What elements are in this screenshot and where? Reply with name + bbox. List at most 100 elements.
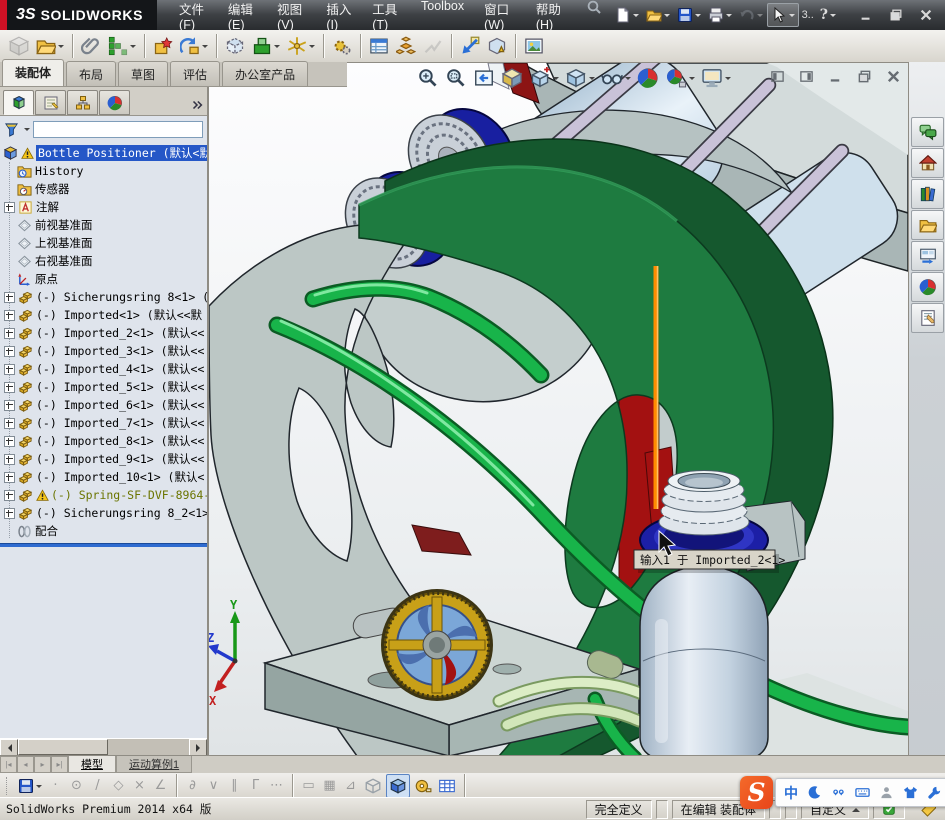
point-snap-icon[interactable]: ·	[46, 778, 65, 793]
tree-item-component[interactable]: (-) Imported_7<1> (默认<<	[3, 414, 207, 432]
shaded-cube-icon[interactable]	[386, 773, 410, 798]
expand-icon[interactable]	[4, 345, 15, 357]
expand-icon[interactable]	[4, 507, 15, 519]
smart-fasteners-icon[interactable]	[150, 33, 176, 60]
wireframe-cube-icon[interactable]	[362, 775, 384, 797]
tab-layout[interactable]: 布局	[66, 61, 117, 86]
zoom-to-area-icon[interactable]	[443, 66, 469, 90]
last-tab-icon[interactable]: ▸|	[51, 756, 68, 773]
tree-item-component[interactable]: (-) Imported_5<1> (默认<<	[3, 378, 207, 396]
expand-icon[interactable]	[4, 489, 15, 501]
center-snap-icon[interactable]: ⊙	[67, 778, 86, 793]
tree-item-component[interactable]: (-) Imported_3<1> (默认<<	[3, 342, 207, 360]
scroll-right-icon[interactable]	[189, 739, 207, 756]
soft-keyboard-icon[interactable]	[855, 785, 870, 800]
show-hidden-components-icon[interactable]	[222, 33, 248, 60]
linear-component-pattern-icon[interactable]	[105, 33, 139, 60]
expand-icon[interactable]	[4, 381, 15, 393]
minimize-document-icon[interactable]	[826, 69, 844, 84]
grid-snap-icon[interactable]: ▦	[320, 778, 339, 793]
new-motion-study-icon[interactable]	[329, 33, 355, 60]
mate-icon[interactable]	[78, 33, 104, 60]
appearances-icon[interactable]	[911, 272, 944, 302]
exploded-view-icon[interactable]	[393, 33, 419, 60]
new-document-button[interactable]	[612, 4, 642, 26]
perpendicular-snap-icon[interactable]: Γ	[246, 778, 265, 793]
close-document-icon[interactable]	[884, 69, 902, 84]
angle-snap-icon[interactable]: ∠	[151, 778, 170, 793]
length-snap-icon[interactable]: ▭	[299, 778, 318, 793]
expand-icon[interactable]	[4, 435, 15, 447]
panel-overflow-icon[interactable]	[190, 98, 204, 112]
help-button[interactable]: ?	[817, 4, 839, 26]
expand-icon[interactable]	[4, 471, 15, 483]
next-tab-icon[interactable]: ▸	[34, 756, 51, 773]
expand-icon[interactable]	[4, 327, 15, 339]
angle-icon[interactable]: ⊿	[341, 778, 360, 793]
tree-item-front-plane[interactable]: 前视基准面	[3, 216, 207, 234]
expand-icon[interactable]	[4, 417, 15, 429]
tab-model[interactable]: 模型	[68, 756, 116, 773]
zoom-to-fit-icon[interactable]	[415, 66, 441, 90]
tree-item-mates[interactable]: 配合	[3, 522, 207, 540]
tree-item-annotations[interactable]: 注解	[3, 198, 207, 216]
filter-dropdown-icon[interactable]	[24, 128, 30, 134]
tree-item-origin[interactable]: 原点	[3, 270, 207, 288]
tree-item-spring-warning[interactable]: (-) Spring-SF-DVF-8964-	[3, 486, 207, 504]
solidworks-forum-icon[interactable]	[911, 117, 944, 147]
panel-horizontal-scrollbar[interactable]	[0, 738, 207, 756]
undo-button[interactable]	[736, 4, 766, 26]
display-style-icon[interactable]	[563, 66, 597, 90]
expand-icon[interactable]	[4, 453, 15, 465]
custom-properties-icon[interactable]	[911, 303, 944, 333]
tree-item-right-plane[interactable]: 右视基准面	[3, 252, 207, 270]
section-view-icon[interactable]	[499, 66, 525, 90]
tree-item-component[interactable]: (-) Sicherungsring 8<1> (默	[3, 288, 207, 306]
tab-design-tree[interactable]	[3, 90, 34, 115]
trace-snap-icon[interactable]: ⋯	[267, 778, 286, 793]
graphics-area[interactable]: Y Z X 输入1 于 Imported_2<1>	[207, 62, 908, 756]
apply-scene-icon[interactable]	[663, 66, 697, 90]
explode-line-sketch-icon[interactable]	[420, 33, 446, 60]
save-icon[interactable]	[16, 775, 44, 797]
tab-property-manager[interactable]	[35, 90, 66, 115]
tree-item-component[interactable]: (-) Imported_4<1> (默认<<	[3, 360, 207, 378]
tab-display-manager[interactable]	[99, 90, 130, 115]
view-settings-icon[interactable]	[699, 66, 733, 90]
close-icon[interactable]	[915, 6, 937, 24]
expand-icon[interactable]	[4, 309, 15, 321]
quadrant-snap-icon[interactable]: ◇	[109, 778, 128, 793]
fullwidth-moon-icon[interactable]	[807, 785, 822, 800]
tree-item-component[interactable]: (-) Imported_8<1> (默认<<	[3, 432, 207, 450]
open-icon[interactable]	[33, 33, 67, 60]
filter-funnel-icon[interactable]	[4, 122, 19, 137]
interference-detection-icon[interactable]	[457, 33, 483, 60]
first-tab-icon[interactable]: |◂	[0, 756, 17, 773]
tree-item-sensors[interactable]: 传感器	[3, 180, 207, 198]
tree-item-component[interactable]: (-) Imported_2<1> (默认<<	[3, 324, 207, 342]
punctuation-icon[interactable]	[831, 785, 846, 800]
bill-of-materials-icon[interactable]	[366, 33, 392, 60]
sogou-logo-icon[interactable]: S	[740, 776, 773, 809]
view-orientation-icon[interactable]	[527, 66, 561, 90]
previous-view-icon[interactable]	[471, 66, 497, 90]
insert-component-icon[interactable]	[6, 33, 32, 60]
tree-item-component[interactable]: (-) Imported_10<1> (默认<	[3, 468, 207, 486]
tab-configuration-manager[interactable]	[67, 90, 98, 115]
prev-tab-icon[interactable]: ◂	[17, 756, 34, 773]
save-button[interactable]	[674, 4, 704, 26]
tree-item-component[interactable]: (-) Sicherungsring 8_2<1>	[3, 504, 207, 522]
tangent-snap-icon[interactable]: ∂	[183, 778, 202, 793]
tree-item-top-plane[interactable]: 上视基准面	[3, 234, 207, 252]
hide-show-items-icon[interactable]	[599, 66, 633, 90]
intersection-snap-icon[interactable]: ×	[130, 778, 149, 793]
minimize-icon[interactable]	[855, 6, 877, 24]
toolbar-grip[interactable]	[6, 776, 10, 795]
restore-document-icon[interactable]	[855, 69, 873, 84]
restore-icon[interactable]	[885, 6, 907, 24]
tab-sketch[interactable]: 草图	[118, 61, 169, 86]
print-button[interactable]	[705, 4, 735, 26]
filter-input[interactable]	[33, 120, 203, 138]
solidworks-resources-icon[interactable]	[911, 148, 944, 178]
merge-snap-icon[interactable]: ∨	[204, 778, 223, 793]
